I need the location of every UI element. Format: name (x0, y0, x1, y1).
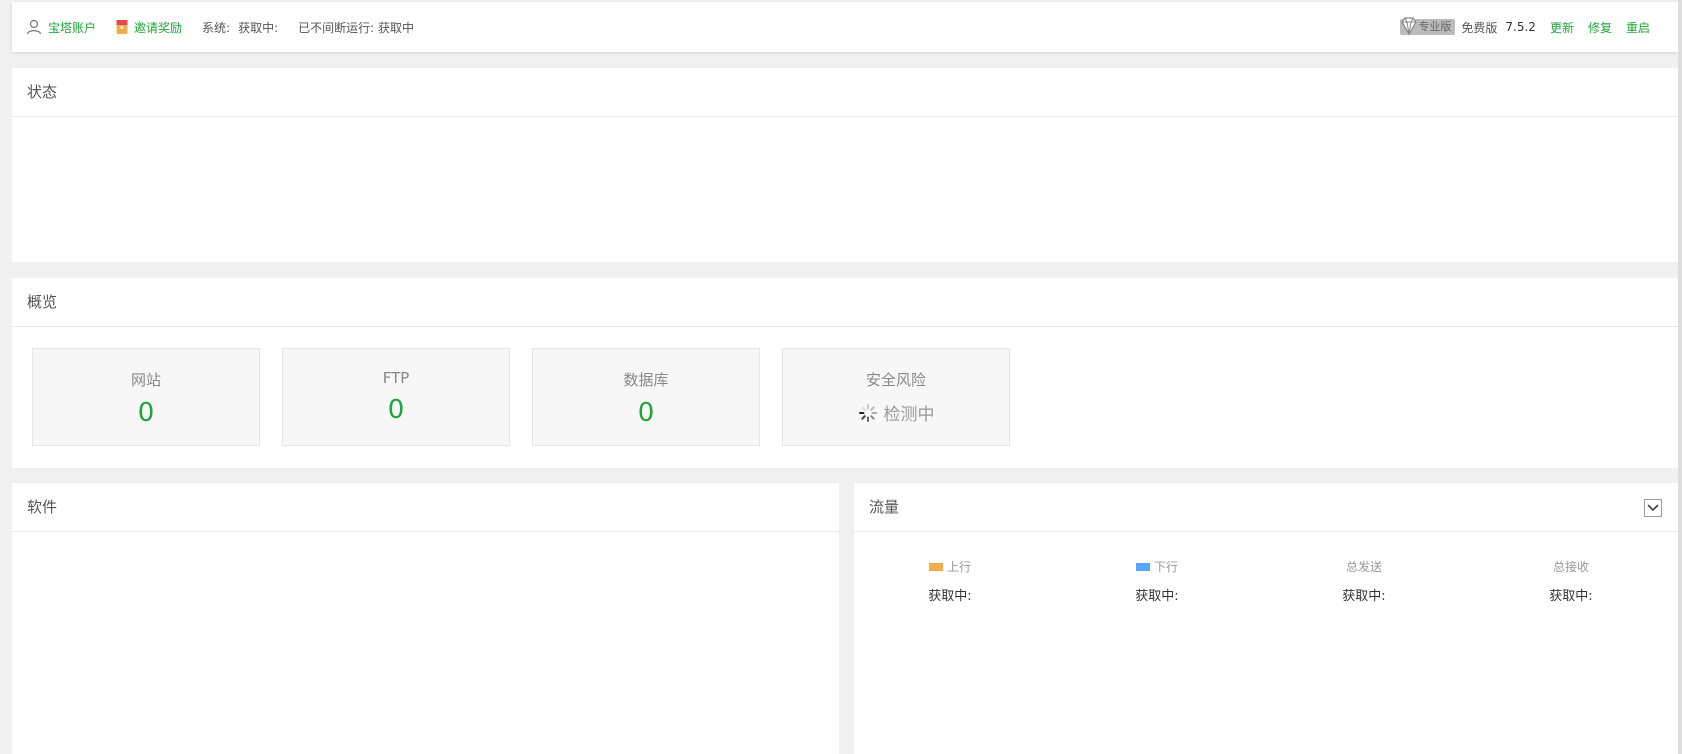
traffic-title: 流量 (854, 483, 1678, 532)
user-icon (26, 19, 42, 35)
traffic-download-stat: 下行 获取中: (1097, 558, 1217, 604)
edition-label: 免费版 (1461, 20, 1498, 35)
security-status-text: 检测中 (883, 405, 935, 425)
overview-card-value[interactable]: 0 (533, 398, 759, 428)
overview-card-sites[interactable]: 网站 0 (32, 348, 260, 446)
gift-icon (116, 20, 128, 34)
traffic-total-received-stat: 总接收 获取中: (1511, 558, 1631, 604)
upload-value: 获取中: (928, 589, 972, 604)
uptime-info: 已不间断运行: 获取中 (298, 19, 414, 36)
download-label: 下行 (1153, 560, 1178, 574)
overview-card-security[interactable]: 安全风险 检测中 (782, 348, 1010, 446)
loading-spinner-icon (858, 403, 877, 422)
pro-badge-label: 专业版 (1418, 20, 1452, 33)
traffic-dropdown-button[interactable] (1644, 499, 1662, 517)
system-label: 系统: (202, 20, 231, 35)
account-link[interactable]: 宝塔账户 (26, 19, 96, 36)
upload-label: 上行 (946, 560, 971, 574)
update-link[interactable]: 更新 (1550, 19, 1574, 36)
diamond-icon (1401, 17, 1418, 36)
status-panel: 状态 (12, 68, 1678, 262)
traffic-upload-stat: 上行 获取中: (890, 558, 1010, 604)
invite-label[interactable]: 邀请奖励 (134, 19, 182, 36)
overview-card-label: 安全风险 (865, 371, 926, 389)
total-sent-label: 总发送 (1345, 560, 1382, 574)
total-received-label: 总接收 (1552, 560, 1589, 574)
traffic-panel: 流量 上行 获取中: 下行 获取中: 总发送 获取中: 总接收 获取中: (854, 483, 1678, 754)
download-legend-swatch (1135, 562, 1150, 571)
overview-card-database[interactable]: 数据库 0 (532, 348, 760, 446)
repair-link[interactable]: 修复 (1588, 19, 1612, 36)
system-value: 获取中: (238, 20, 279, 35)
upload-legend-swatch (928, 562, 943, 571)
overview-card-value[interactable]: 0 (33, 398, 259, 428)
account-label[interactable]: 宝塔账户 (48, 19, 96, 36)
total-sent-value: 获取中: (1342, 589, 1386, 604)
top-bar: 宝塔账户 邀请奖励 系统: 获取中: 已不间断运行: 获取中 专业版 免费版 7… (12, 2, 1678, 52)
overview-card-label: FTP (382, 369, 410, 387)
restart-link[interactable]: 重启 (1626, 19, 1650, 36)
system-info: 系统: 获取中: (202, 19, 278, 36)
security-detecting: 检测中 (783, 400, 1009, 425)
overview-card-label: 网站 (130, 371, 161, 389)
software-panel: 软件 (12, 483, 839, 754)
version-label: 7.5.2 (1505, 20, 1536, 34)
pro-badge[interactable]: 专业版 (1400, 17, 1456, 36)
overview-card-value[interactable]: 0 (283, 395, 509, 425)
chevron-down-icon (1647, 504, 1659, 512)
overview-panel: 概览 网站 0 FTP 0 数据库 0 安全风险 检测中 (12, 278, 1678, 468)
download-value: 获取中: (1135, 589, 1179, 604)
total-received-value: 获取中: (1549, 589, 1593, 604)
status-title: 状态 (12, 68, 1678, 117)
invite-link[interactable]: 邀请奖励 (116, 19, 182, 36)
traffic-total-sent-stat: 总发送 获取中: (1304, 558, 1424, 604)
overview-card-label: 数据库 (623, 371, 669, 389)
overview-card-ftp[interactable]: FTP 0 (282, 348, 510, 446)
uptime-text: 已不间断运行: 获取中 (298, 20, 414, 35)
vertical-scrollbar[interactable] (1678, 0, 1682, 754)
overview-title: 概览 (12, 278, 1678, 327)
software-title: 软件 (12, 483, 839, 532)
